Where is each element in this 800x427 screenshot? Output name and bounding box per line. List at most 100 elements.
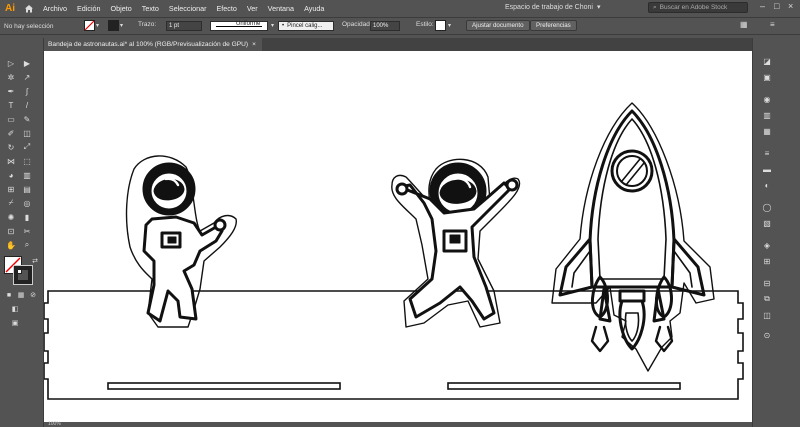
maximize-icon[interactable]: □ bbox=[774, 1, 779, 11]
links-panel-icon[interactable]: ⊙ bbox=[761, 330, 773, 340]
artboard-tool-icon[interactable]: ⊡ bbox=[6, 226, 16, 236]
menu-ayuda[interactable]: Ayuda bbox=[299, 4, 329, 13]
color-guide-icon[interactable]: ▥ bbox=[761, 110, 773, 120]
screen-mode-icon[interactable]: ▣ bbox=[10, 318, 20, 328]
scale-tool-icon[interactable]: ⤢ bbox=[22, 142, 32, 152]
status-bar: 100% bbox=[44, 422, 752, 427]
gradient-tool-icon[interactable]: ▤ bbox=[22, 184, 32, 194]
swap-colors-icon[interactable]: ⇄ bbox=[30, 256, 40, 266]
selection-status: No hay selección bbox=[4, 22, 54, 30]
brush-definition[interactable]: • Pincel calig... bbox=[278, 21, 334, 31]
direct-selection-tool-icon[interactable]: ▶ bbox=[22, 58, 32, 68]
graphic-styles-icon[interactable]: ▧ bbox=[761, 218, 773, 228]
rocket-cutline bbox=[551, 102, 715, 372]
eraser-icon[interactable]: ◫ bbox=[22, 128, 32, 138]
document-tab-bar: Bandeja de astronautas.ai* al 100% (RGB/… bbox=[44, 38, 752, 51]
layers-panel-icon[interactable]: ◈ bbox=[761, 240, 773, 250]
shape-builder-icon[interactable]: ◕ bbox=[6, 170, 16, 180]
none-mode-icon[interactable]: ⊘ bbox=[28, 290, 38, 300]
menu-texto[interactable]: Texto bbox=[137, 4, 164, 13]
menu-archivo[interactable]: Archivo bbox=[38, 4, 72, 13]
color-mode-icon[interactable]: ■ bbox=[4, 290, 14, 300]
appearance-panel-icon[interactable]: ◯ bbox=[761, 202, 773, 212]
fill-swatch[interactable] bbox=[84, 20, 95, 31]
paintbrush-icon[interactable]: ✎ bbox=[22, 114, 32, 124]
slice-tool-icon[interactable]: ✂ bbox=[22, 226, 32, 236]
profile-label: Uniforme bbox=[236, 21, 261, 27]
width-tool-icon[interactable]: ⋈ bbox=[6, 156, 16, 166]
rectangle-tool-icon[interactable]: ▭ bbox=[6, 114, 16, 124]
stroke-color-icon[interactable] bbox=[13, 265, 33, 285]
transparency-panel-icon[interactable]: ◐ bbox=[761, 180, 773, 190]
pathfinder-panel-icon[interactable]: ◫ bbox=[761, 310, 773, 320]
tray-slot-left bbox=[107, 382, 341, 390]
close-icon[interactable]: × bbox=[788, 1, 793, 11]
free-transform-icon[interactable]: ⬚ bbox=[22, 156, 32, 166]
pen-tool-icon[interactable]: ✒ bbox=[6, 86, 16, 96]
line-tool-icon[interactable]: / bbox=[22, 100, 32, 110]
hand-tool-icon[interactable]: ✋ bbox=[6, 240, 16, 250]
search-icon: ⌕ bbox=[653, 3, 657, 11]
transform-panel-icon[interactable]: ⧉ bbox=[761, 294, 773, 304]
libraries-panel-icon[interactable]: ▣ bbox=[761, 72, 773, 82]
chevron-down-icon: ▾ bbox=[596, 4, 601, 11]
menu-edicion[interactable]: Edición bbox=[72, 4, 106, 13]
stroke-weight-field[interactable]: 1 pt bbox=[166, 21, 202, 31]
arrange-documents-icon[interactable]: ▦ bbox=[740, 20, 748, 29]
shaper-tool-icon[interactable]: ✐ bbox=[6, 128, 16, 138]
gradient-panel-icon[interactable]: ▬ bbox=[761, 164, 773, 174]
align-panel-icon[interactable]: ⊟ bbox=[761, 278, 773, 288]
style-label: Estilo: bbox=[416, 21, 434, 28]
menu-efecto[interactable]: Efecto bbox=[211, 4, 241, 13]
brush-dot-icon: • bbox=[282, 23, 285, 29]
astronaut-middle bbox=[391, 158, 521, 328]
eyedropper-icon[interactable]: ⌿ bbox=[6, 198, 16, 208]
artboards-panel-icon[interactable]: ⊞ bbox=[761, 256, 773, 266]
menu-ver[interactable]: Ver bbox=[242, 4, 263, 13]
workspace-switcher[interactable]: Espacio de trabajo de Choni ▾ bbox=[505, 3, 601, 12]
swatches-panel-icon[interactable]: ▦ bbox=[761, 126, 773, 136]
stroke-panel-icon[interactable]: ≡ bbox=[761, 148, 773, 158]
home-icon[interactable] bbox=[20, 0, 38, 16]
artwork bbox=[44, 102, 744, 400]
chevron-down-icon[interactable]: ▾ bbox=[448, 22, 451, 29]
document-tab[interactable]: Bandeja de astronautas.ai* al 100% (RGB/… bbox=[44, 38, 262, 51]
preferences-button[interactable]: Preferencias bbox=[530, 20, 577, 31]
drawing-mode-icon[interactable]: ◧ bbox=[10, 304, 20, 314]
document-setup-button[interactable]: Ajustar documento bbox=[466, 20, 530, 31]
graphic-style-swatch[interactable] bbox=[435, 20, 446, 31]
stroke-swatch[interactable] bbox=[108, 20, 119, 31]
color-panel-icon[interactable]: ◉ bbox=[761, 94, 773, 104]
perspective-grid-icon[interactable]: ▥ bbox=[22, 170, 32, 180]
zoom-tool-icon[interactable]: ⌕ bbox=[22, 240, 32, 250]
close-tab-icon[interactable]: × bbox=[252, 41, 256, 48]
properties-panel-icon[interactable]: ◪ bbox=[761, 56, 773, 66]
artboard-canvas[interactable] bbox=[44, 51, 752, 422]
app-logo: Ai bbox=[5, 2, 15, 14]
selection-tool-icon[interactable]: ▷ bbox=[6, 58, 16, 68]
gradient-mode-icon[interactable]: ▦ bbox=[16, 290, 26, 300]
lasso-icon[interactable]: ↗ bbox=[22, 72, 32, 82]
opacity-field[interactable]: 100% bbox=[370, 21, 400, 31]
type-tool-icon[interactable]: T bbox=[6, 100, 16, 110]
graph-tool-icon[interactable]: ▮ bbox=[22, 212, 32, 222]
panel-dock bbox=[752, 38, 800, 427]
chevron-down-icon[interactable]: ▾ bbox=[96, 22, 99, 29]
zoom-level[interactable]: 100% bbox=[48, 421, 61, 427]
menu-objeto[interactable]: Objeto bbox=[106, 4, 137, 13]
menu-seleccionar[interactable]: Seleccionar bbox=[164, 4, 212, 13]
rotate-tool-icon[interactable]: ↻ bbox=[6, 142, 16, 152]
control-menu-icon[interactable]: ≡ bbox=[770, 20, 775, 29]
mesh-tool-icon[interactable]: ⊞ bbox=[6, 184, 16, 194]
chevron-down-icon[interactable]: ▾ bbox=[120, 22, 123, 29]
curvature-tool-icon[interactable]: ∫ bbox=[22, 86, 32, 96]
menu-ventana[interactable]: Ventana bbox=[263, 4, 299, 13]
symbol-sprayer-icon[interactable]: ✺ bbox=[6, 212, 16, 222]
stock-search-field[interactable]: ⌕ Buscar en Adobe Stock bbox=[648, 2, 748, 13]
rocket bbox=[551, 102, 715, 372]
minimize-icon[interactable]: – bbox=[760, 1, 765, 11]
chevron-down-icon[interactable]: ▾ bbox=[271, 22, 274, 29]
blend-tool-icon[interactable]: ◎ bbox=[22, 198, 32, 208]
stock-search-placeholder: Buscar en Adobe Stock bbox=[659, 4, 728, 11]
magic-wand-icon[interactable]: ✲ bbox=[6, 72, 16, 82]
